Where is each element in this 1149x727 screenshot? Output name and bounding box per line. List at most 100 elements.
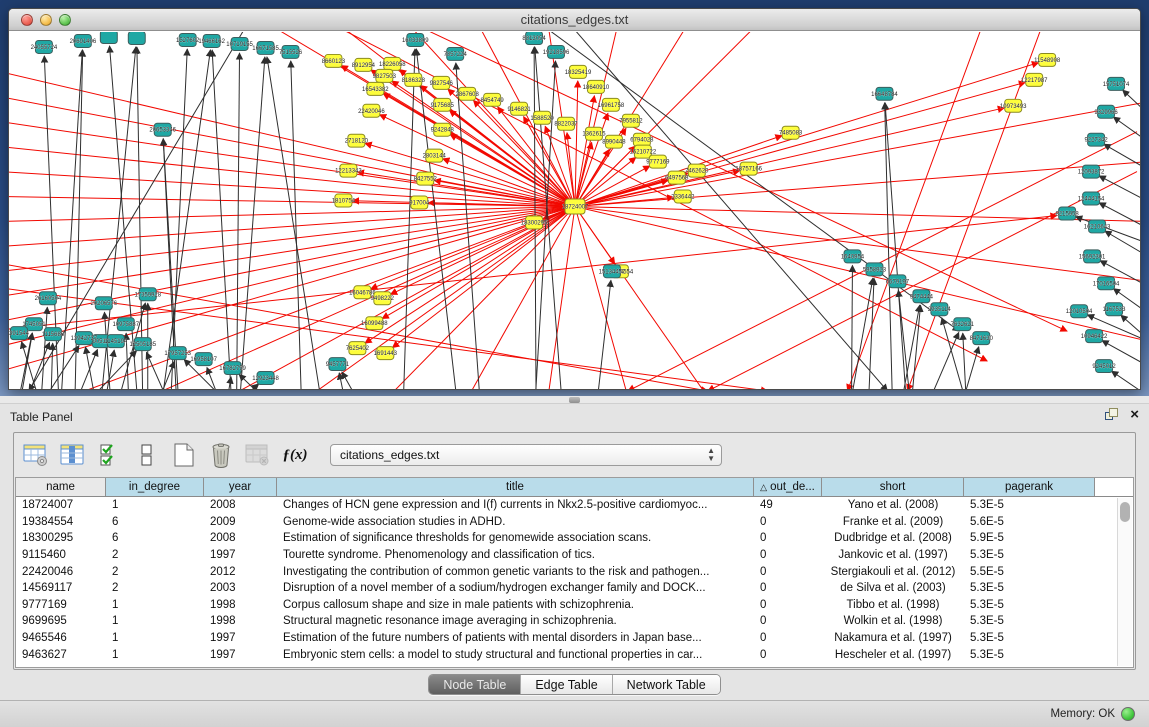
- network-edge[interactable]: [162, 50, 211, 389]
- network-edge[interactable]: [1113, 117, 1140, 142]
- tab-network-table[interactable]: Network Table: [613, 675, 720, 694]
- network-node[interactable]: 7485083: [779, 126, 803, 139]
- network-node[interactable]: 8660123: [322, 54, 346, 67]
- network-nodes[interactable]: 8660123891295418226058982750381863281654…: [9, 32, 1130, 385]
- cell-in_degree[interactable]: 2: [106, 563, 204, 580]
- cell-title[interactable]: Tourette syndrome. Phenomenology and cla…: [277, 547, 754, 564]
- network-node[interactable]: 19218596: [543, 45, 570, 58]
- cell-name[interactable]: 9465546: [16, 630, 106, 647]
- network-node[interactable]: 12923448: [252, 372, 279, 385]
- network-node[interactable]: 12217987: [1021, 73, 1048, 86]
- network-edge[interactable]: [22, 342, 40, 389]
- cell-name[interactable]: 19384554: [16, 514, 106, 531]
- network-node[interactable]: 19466162: [198, 34, 225, 47]
- network-edge[interactable]: [1105, 231, 1140, 256]
- network-node[interactable]: 10975887: [113, 318, 140, 331]
- cell-out_degree[interactable]: 0: [754, 563, 822, 580]
- network-edge[interactable]: [575, 102, 1140, 207]
- network-node[interactable]: 8990448: [602, 135, 626, 148]
- network-node[interactable]: 6794028: [630, 133, 654, 146]
- network-window-titlebar[interactable]: citations_edges.txt: [9, 9, 1140, 31]
- network-node[interactable]: 18325419: [565, 65, 592, 78]
- tab-node-table[interactable]: Node Table: [429, 675, 521, 694]
- cell-in_degree[interactable]: 1: [106, 497, 204, 514]
- cell-in_degree[interactable]: 2: [106, 547, 204, 564]
- cell-out_degree[interactable]: 0: [754, 530, 822, 547]
- network-edge[interactable]: [342, 372, 360, 389]
- network-node[interactable]: 7625402: [346, 342, 370, 355]
- cell-short[interactable]: Yano et al. (2008): [822, 497, 964, 514]
- cell-name[interactable]: 9463627: [16, 646, 106, 663]
- table-row[interactable]: 1830029562008Estimation of significance …: [16, 530, 1133, 547]
- cell-out_degree[interactable]: 0: [754, 580, 822, 597]
- column-header-short[interactable]: short: [822, 478, 964, 496]
- network-edge[interactable]: [291, 61, 302, 389]
- network-edge[interactable]: [1123, 90, 1140, 114]
- network-node[interactable]: 2718120: [345, 134, 369, 147]
- cell-pagerank[interactable]: 5.3E-5: [964, 630, 1095, 647]
- table-selector-dropdown[interactable]: citations_edges.txt ▲▼: [330, 444, 722, 466]
- network-node[interactable]: 7955812: [619, 114, 643, 127]
- network-node[interactable]: 9146821: [507, 102, 531, 115]
- cell-year[interactable]: 1998: [204, 613, 277, 630]
- deselect-all-icon[interactable]: [133, 441, 161, 469]
- network-node[interactable]: 9245012: [1092, 360, 1116, 373]
- tab-edge-table[interactable]: Edge Table: [521, 675, 612, 694]
- cell-year[interactable]: 1997: [204, 547, 277, 564]
- network-edge[interactable]: [852, 265, 853, 389]
- cell-year[interactable]: 1997: [204, 646, 277, 663]
- cell-out_degree[interactable]: 0: [754, 646, 822, 663]
- network-node[interactable]: 9227342: [1084, 133, 1108, 146]
- cell-title[interactable]: Changes of HCN gene expression and I(f) …: [277, 497, 754, 514]
- network-edge[interactable]: [575, 142, 592, 206]
- cell-year[interactable]: 2003: [204, 580, 277, 597]
- network-node[interactable]: 9329966: [1094, 105, 1118, 118]
- cell-year[interactable]: 2009: [204, 514, 277, 531]
- network-edge[interactable]: [392, 207, 575, 348]
- function-builder-icon[interactable]: ƒ(x): [281, 441, 309, 469]
- column-header-out_degree[interactable]: △out_de...: [754, 478, 822, 496]
- cell-short[interactable]: Hescheler et al. (1997): [822, 646, 964, 663]
- network-node[interactable]: 1115686: [42, 328, 65, 341]
- network-node[interactable]: 12444154: [1078, 192, 1105, 205]
- network-node[interactable]: 16671585: [252, 41, 279, 54]
- cell-out_degree[interactable]: 0: [754, 547, 822, 564]
- network-node[interactable]: 24055724: [31, 40, 58, 53]
- cell-title[interactable]: Estimation of significance thresholds fo…: [277, 530, 754, 547]
- network-node[interactable]: 7515526: [279, 45, 303, 58]
- network-node[interactable]: 16099488: [361, 317, 388, 330]
- network-node[interactable]: 10973493: [1000, 99, 1027, 112]
- table-vertical-scrollbar[interactable]: [1117, 498, 1132, 666]
- cell-short[interactable]: Tibbo et al. (1998): [822, 597, 964, 614]
- cell-name[interactable]: 18724007: [16, 497, 106, 514]
- table-row[interactable]: 977716911998Corpus callosum shape and si…: [16, 597, 1133, 614]
- network-node[interactable]: 10946422: [1081, 330, 1108, 343]
- table-settings-icon[interactable]: [22, 441, 50, 469]
- cell-pagerank[interactable]: 5.3E-5: [964, 646, 1095, 663]
- cell-pagerank[interactable]: 5.3E-5: [964, 497, 1095, 514]
- cell-out_degree[interactable]: 0: [754, 613, 822, 630]
- network-edge[interactable]: [1111, 371, 1140, 389]
- network-edge[interactable]: [237, 53, 240, 389]
- cell-out_degree[interactable]: 49: [754, 497, 822, 514]
- network-edge[interactable]: [51, 343, 53, 389]
- column-header-year[interactable]: year: [204, 478, 277, 496]
- network-edge[interactable]: [240, 57, 265, 389]
- cell-in_degree[interactable]: 6: [106, 530, 204, 547]
- cell-pagerank[interactable]: 5.3E-5: [964, 597, 1095, 614]
- network-node[interactable]: 5958923: [863, 263, 887, 276]
- network-node[interactable]: 1588520: [530, 111, 554, 124]
- network-edge[interactable]: [339, 373, 345, 389]
- select-all-icon[interactable]: [96, 441, 124, 469]
- network-node[interactable]: 7632621: [951, 318, 975, 331]
- cell-name[interactable]: 14569117: [16, 580, 106, 597]
- teal-node-shape[interactable]: [128, 32, 145, 44]
- network-node[interactable]: 17957253: [164, 347, 191, 360]
- select-columns-icon[interactable]: [59, 441, 87, 469]
- network-edge[interactable]: [963, 333, 967, 389]
- network-edge[interactable]: [388, 32, 1067, 331]
- network-node[interactable]: 2867608: [456, 87, 480, 100]
- network-node[interactable]: 10719155: [226, 37, 253, 50]
- network-node[interactable]: 1691443: [374, 347, 398, 360]
- network-node[interactable]: 15692301: [1079, 250, 1106, 263]
